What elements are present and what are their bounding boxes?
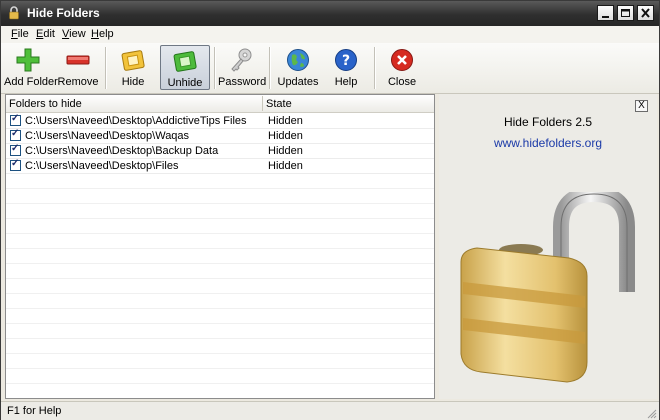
list-gridline — [6, 308, 434, 309]
folder-state: Hidden — [268, 115, 303, 127]
toolbar-separator — [374, 47, 376, 89]
list-gridline — [6, 338, 434, 339]
list-gridline — [6, 203, 434, 204]
password-button[interactable]: Password — [218, 45, 266, 90]
list-gridline — [6, 218, 434, 219]
folder-path: C:\Users\Naveed\Desktop\Waqas — [25, 130, 190, 142]
about-close-button[interactable]: X — [635, 100, 648, 112]
window-title: Hide Folders — [27, 6, 100, 20]
folder-path: C:\Users\Naveed\Desktop\AddictiveTips Fi… — [25, 115, 247, 127]
toolbar-separator — [269, 47, 271, 89]
list-gridline — [6, 278, 434, 279]
close-window-button[interactable] — [637, 5, 654, 21]
row-checkbox[interactable] — [10, 113, 21, 126]
list-header: Folders to hide State — [6, 95, 434, 113]
website-link[interactable]: www.hidefolders.org — [439, 136, 657, 150]
padlock-illustration — [460, 192, 635, 383]
list-gridline — [6, 263, 434, 264]
key-icon — [231, 48, 252, 72]
column-header-state[interactable]: State — [266, 98, 292, 110]
resize-grip-icon[interactable] — [645, 407, 657, 419]
folder-state: Hidden — [268, 160, 303, 172]
globe-icon — [287, 49, 309, 71]
folder-path: C:\Users\Naveed\Desktop\Files — [25, 160, 179, 172]
table-row[interactable]: C:\Users\Naveed\Desktop\Waqas Hidden — [6, 128, 434, 144]
minimize-button[interactable] — [597, 5, 614, 21]
menu-file[interactable]: File — [11, 28, 29, 40]
toolbar: Add Folder Remove Hide Unhide Password U… — [1, 43, 659, 94]
row-checkbox[interactable] — [10, 143, 21, 156]
remove-button[interactable]: Remove — [56, 45, 100, 90]
unhide-button[interactable]: Unhide — [160, 45, 210, 90]
hide-folder-icon — [121, 50, 145, 71]
row-checkbox[interactable] — [10, 158, 21, 171]
list-gridline — [6, 383, 434, 384]
maximize-button[interactable] — [617, 5, 634, 21]
folder-state: Hidden — [268, 130, 303, 142]
column-divider[interactable] — [262, 96, 263, 111]
folder-state: Hidden — [268, 145, 303, 157]
status-bar: F1 for Help — [1, 401, 659, 420]
app-window: Hide Folders File Edit View Help Add Fol… — [0, 0, 660, 420]
red-x-icon — [391, 49, 413, 71]
close-icon — [641, 8, 650, 18]
table-row[interactable]: C:\Users\Naveed\Desktop\AddictiveTips Fi… — [6, 113, 434, 129]
about-title: Hide Folders 2.5 — [503, 115, 593, 129]
menu-edit[interactable]: Edit — [36, 28, 55, 40]
menu-bar: File Edit View Help — [1, 26, 659, 43]
folders-list[interactable]: Folders to hide State C:\Users\Naveed\De… — [5, 94, 435, 399]
updates-button[interactable]: Updates — [275, 45, 321, 90]
red-minus-icon — [66, 55, 90, 65]
table-row[interactable]: C:\Users\Naveed\Desktop\Files Hidden — [6, 158, 434, 174]
help-question-icon: ? — [335, 49, 357, 71]
green-plus-icon — [16, 48, 40, 72]
list-gridline — [6, 248, 434, 249]
status-text: F1 for Help — [7, 405, 62, 417]
list-gridline — [6, 233, 434, 234]
padlock-app-icon — [9, 6, 19, 20]
svg-text:?: ? — [342, 53, 350, 69]
table-row[interactable]: C:\Users\Naveed\Desktop\Backup Data Hidd… — [6, 143, 434, 159]
menu-view[interactable]: View — [62, 28, 86, 40]
column-header-folders[interactable]: Folders to hide — [9, 98, 82, 110]
title-bar[interactable]: Hide Folders — [1, 1, 659, 26]
list-gridline — [6, 293, 434, 294]
toolbar-separator — [214, 47, 216, 89]
hide-button[interactable]: Hide — [111, 45, 155, 90]
row-checkbox[interactable] — [10, 128, 21, 141]
menu-help[interactable]: Help — [91, 28, 114, 40]
unhide-folder-icon — [173, 51, 197, 72]
list-gridline — [6, 368, 434, 369]
maximize-icon — [621, 9, 630, 17]
add-folder-button[interactable]: Add Folder — [4, 45, 58, 90]
folder-path: C:\Users\Naveed\Desktop\Backup Data — [25, 145, 219, 157]
minimize-icon — [602, 16, 609, 18]
list-gridline — [6, 323, 434, 324]
list-gridline — [6, 353, 434, 354]
help-button[interactable]: ? Help — [326, 45, 366, 90]
close-button[interactable]: Close — [381, 45, 423, 90]
list-gridline — [6, 188, 434, 189]
toolbar-separator — [105, 47, 107, 89]
about-panel: X Hide Folders 2.5 www.hidefolders.org — [439, 94, 657, 399]
